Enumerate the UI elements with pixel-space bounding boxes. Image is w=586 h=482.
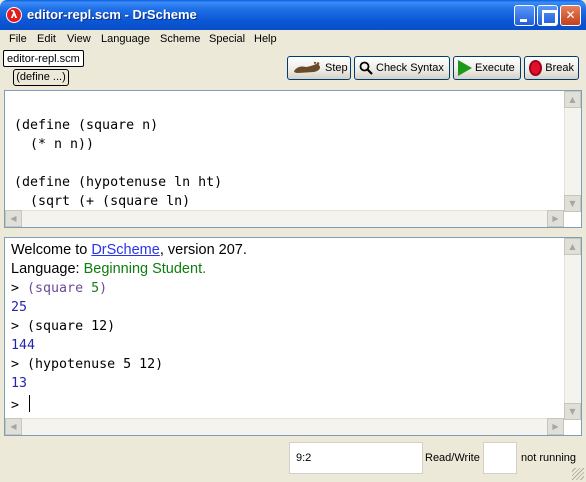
close-icon[interactable]: ✕ <box>560 5 581 26</box>
check-syntax-button[interactable]: Check Syntax <box>354 56 450 80</box>
code-line: (* n n)) <box>14 137 95 152</box>
menu-scheme[interactable]: Scheme <box>160 33 200 45</box>
break-button[interactable]: Break <box>524 56 579 80</box>
language-prefix: Language: <box>11 261 84 277</box>
menu-language[interactable]: Language <box>101 33 150 45</box>
code-line: ​ <box>14 154 222 173</box>
maximize-icon[interactable] <box>537 5 558 26</box>
interactions-horizontal-scrollbar[interactable]: ◀ ▶ <box>5 418 564 435</box>
repl-active-prompt[interactable]: > <box>11 395 31 413</box>
title-bar[interactable]: λ editor-repl.scm - DrScheme ✕ <box>0 0 586 30</box>
code-line: (sqrt (+ (square ln) <box>14 194 191 209</box>
scroll-right-icon[interactable]: ▶ <box>547 418 564 435</box>
menu-bar: File Edit View Language Scheme Special H… <box>0 30 586 49</box>
gc-indicator <box>483 442 517 474</box>
read-write-status[interactable]: Read/Write <box>425 452 480 464</box>
check-syntax-label: Check Syntax <box>376 62 444 74</box>
welcome-suffix: , version 207. <box>159 242 247 258</box>
language-suffix: . <box>202 261 207 277</box>
repl-result: 25 <box>11 300 28 315</box>
repl-result: 144 <box>11 338 36 353</box>
definitions-vertical-scrollbar[interactable]: ▲ ▼ <box>564 91 581 212</box>
minimize-icon[interactable] <box>514 5 535 26</box>
magnifier-icon <box>359 61 373 75</box>
drscheme-lambda-icon[interactable]: λ <box>6 7 22 23</box>
scroll-up-icon[interactable]: ▲ <box>564 238 581 255</box>
text-cursor <box>29 395 31 412</box>
window-title: editor-repl.scm - DrScheme <box>27 7 197 22</box>
interactions-window[interactable]: Welcome to DrScheme, version 207. Langua… <box>4 237 582 436</box>
scroll-right-icon[interactable]: ▶ <box>547 210 564 227</box>
pane-divider[interactable] <box>0 229 586 237</box>
definitions-horizontal-scrollbar[interactable]: ◀ ▶ <box>5 210 564 227</box>
repl-result: 13 <box>11 376 28 391</box>
prompt: > <box>11 281 20 296</box>
definitions-editor[interactable]: (define (square n) (* n n)) ​ (define (hyp… <box>4 90 582 228</box>
repl-expression: (hypotenuse 5 12) <box>27 357 164 372</box>
step-button[interactable]: Step <box>287 56 351 80</box>
scroll-up-icon[interactable]: ▲ <box>564 91 581 108</box>
foot-icon <box>292 61 322 75</box>
step-label: Step <box>325 62 348 74</box>
cursor-position: 9:2 <box>289 442 423 474</box>
repl-input-line: > (square 5) <box>11 281 107 296</box>
repl-expression: (square 12) <box>27 319 116 334</box>
code-line: (define (hypotenuse ln ht) <box>14 175 223 190</box>
break-label: Break <box>545 62 574 74</box>
drscheme-link[interactable]: DrScheme <box>91 242 160 258</box>
execute-button[interactable]: Execute <box>453 56 521 80</box>
language-name[interactable]: Beginning Student <box>84 261 203 277</box>
repl-expression: (square 5) <box>27 281 108 296</box>
welcome-prefix: Welcome to <box>11 242 92 258</box>
repl-input-line: > (square 12) <box>11 319 115 334</box>
stop-icon <box>529 60 543 76</box>
menu-file[interactable]: File <box>9 33 27 45</box>
scroll-down-icon[interactable]: ▼ <box>564 195 581 212</box>
scroll-down-icon[interactable]: ▼ <box>564 403 581 420</box>
code-line: (define (square n) <box>14 118 159 133</box>
define-menu-button[interactable]: (define ...) <box>13 69 69 86</box>
menu-special[interactable]: Special <box>209 33 245 45</box>
prompt: > <box>11 319 20 334</box>
execute-label: Execute <box>475 62 515 74</box>
repl-input-line: > (hypotenuse 5 12) <box>11 357 163 372</box>
interactions-vertical-scrollbar[interactable]: ▲ ▼ <box>564 238 581 420</box>
menu-view[interactable]: View <box>67 33 91 45</box>
welcome-line: Welcome to DrScheme, version 207. <box>11 242 247 258</box>
resize-grip-icon[interactable] <box>572 468 584 480</box>
menu-help[interactable]: Help <box>254 33 277 45</box>
status-bar: 9:2 Read/Write not running <box>0 437 586 482</box>
filename-button[interactable]: editor-repl.scm <box>3 50 84 67</box>
prompt: > <box>11 398 20 413</box>
play-icon <box>458 60 472 76</box>
language-line: Language: Beginning Student. <box>11 261 206 277</box>
prompt: > <box>11 357 20 372</box>
running-status: not running <box>521 452 577 464</box>
menu-edit[interactable]: Edit <box>37 33 56 45</box>
scroll-left-icon[interactable]: ◀ <box>5 418 22 435</box>
scroll-left-icon[interactable]: ◀ <box>5 210 22 227</box>
